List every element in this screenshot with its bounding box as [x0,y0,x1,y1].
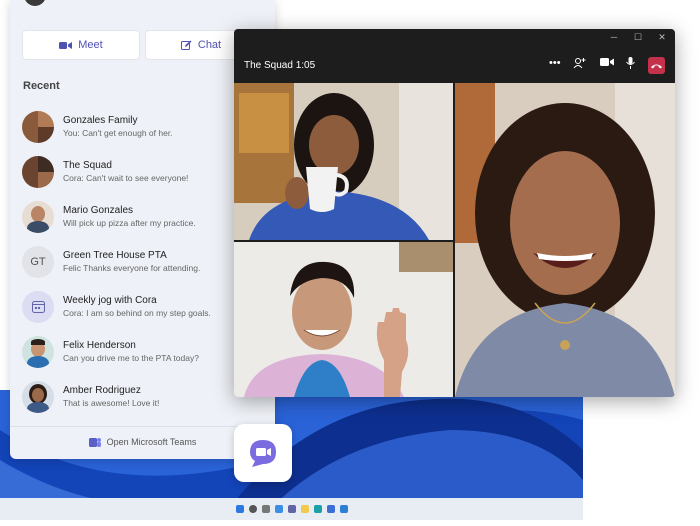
recent-item-felix-henderson[interactable]: Felix Henderson Can you drive me to the … [22,329,262,374]
recent-list: Gonzales Family You: Can't get enough of… [22,104,262,419]
more-options-icon[interactable]: ••• [549,57,561,69]
recent-item-the-squad[interactable]: The Squad Cora: Can't wait to see everyo… [22,149,262,194]
participant-video-tile[interactable] [234,242,453,397]
contact-name: Gonzales Family [63,115,138,126]
compose-icon [180,40,192,50]
teams-app-icon[interactable] [234,424,292,482]
recent-item-gonzales-family[interactable]: Gonzales Family You: Can't get enough of… [22,104,262,149]
contact-name: Weekly jog with Cora [63,295,157,306]
edge-icon[interactable] [313,505,322,513]
calendar-icon [31,301,45,313]
task-view-icon[interactable] [261,505,270,513]
add-people-icon[interactable] [573,57,586,72]
video-call-window: ─ ☐ ✕ The Squad 1:05 ••• [234,29,675,397]
microphone-icon[interactable] [626,57,635,72]
group-avatar [22,110,54,143]
contact-name: Amber Rodriguez [63,385,141,396]
camera-icon[interactable] [600,57,614,70]
meet-button[interactable]: Meet [22,30,140,60]
start-icon[interactable] [235,505,244,513]
calendar-avatar [22,290,54,323]
contact-name: The Squad [63,160,112,171]
open-teams-label: Open Microsoft Teams [106,437,197,447]
message-preview: Felic Thanks everyone for attending. [63,263,201,273]
avatar [22,335,54,368]
recent-item-green-tree-house-pta[interactable]: GT Green Tree House PTA Felic Thanks eve… [22,239,262,284]
participant-video-tile[interactable] [455,83,675,397]
initials-avatar: GT [22,245,54,278]
chat-label: Chat [197,39,222,51]
participant-video-tile[interactable] [234,83,453,240]
user-avatar[interactable] [24,0,46,6]
avatar-initials: GT [30,255,46,268]
explorer-icon[interactable] [300,505,309,513]
chat-icon[interactable] [287,505,296,513]
message-preview: That is awesome! Love it! [63,398,160,408]
search-icon[interactable] [248,505,257,513]
widgets-icon[interactable] [274,505,283,513]
contact-name: Mario Gonzales [63,205,134,216]
taskbar [0,498,583,520]
video-camera-icon [59,41,73,49]
group-avatar [22,155,54,188]
message-preview: You: Can't get enough of her. [63,128,173,138]
call-title: The Squad 1:05 [244,60,316,71]
teams-logo-icon [88,437,101,447]
message-preview: Will pick up pizza after my practice. [63,218,196,228]
recent-item-weekly-jog[interactable]: Weekly jog with Cora Cora: I am so behin… [22,284,262,329]
avatar [22,200,54,233]
hang-up-icon [651,64,662,69]
meet-label: Meet [78,39,103,51]
maximize-icon[interactable]: ☐ [632,32,644,43]
message-preview: Can you drive me to the PTA today? [63,353,199,363]
avatar [22,380,54,413]
contact-name: Green Tree House PTA [63,250,167,261]
recent-item-amber-rodriguez[interactable]: Amber Rodriguez That is awesome! Love it… [22,374,262,419]
recent-heading: Recent [23,80,60,92]
close-icon[interactable]: ✕ [656,32,668,43]
teams-chat-app-icon [250,440,276,467]
message-preview: Cora: I am so behind on my step goals. [63,308,211,318]
mail-icon[interactable] [339,505,348,513]
leave-call-button[interactable] [648,57,665,74]
contact-name: Felix Henderson [63,340,136,351]
store-icon[interactable] [326,505,335,513]
minimize-icon[interactable]: ─ [608,32,620,42]
message-preview: Cora: Can't wait to see everyone! [63,173,189,183]
recent-item-mario-gonzales[interactable]: Mario Gonzales Will pick up pizza after … [22,194,262,239]
